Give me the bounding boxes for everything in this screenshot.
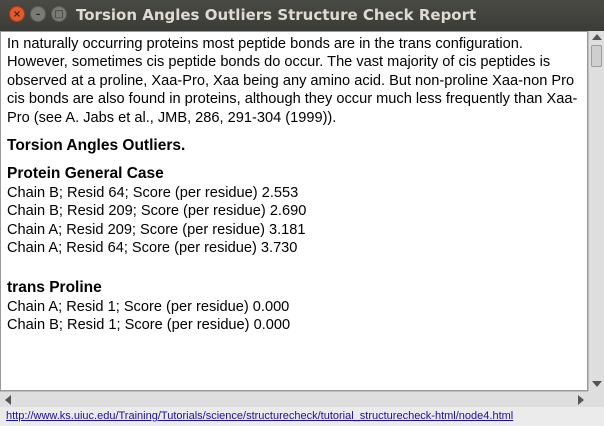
minimize-icon[interactable]: – [30,6,46,22]
intro-paragraph: In naturally occurring proteins most pep… [7,36,578,126]
status-bar: http://www.ks.uiuc.edu/Training/Tutorial… [0,407,604,426]
outlier-row: Chain B; Resid 64; Score (per residue) 2… [7,184,299,201]
close-icon[interactable]: × [9,6,25,22]
scroll-right-arrow-icon[interactable] [578,395,584,405]
outlier-row: Chain B; Resid 209; Score (per residue) … [7,203,307,220]
section-title-general-case: Protein General Case [7,165,164,183]
title-bar[interactable]: × – □ Torsion Angles Outliers Structure … [0,0,604,31]
report-heading: Torsion Angles Outliers. [7,137,186,155]
horizontal-scrollbar[interactable] [0,391,588,407]
report-content[interactable]: In naturally occurring proteins most pep… [0,31,588,391]
maximize-icon[interactable]: □ [51,6,67,22]
scrollbar-corner [588,391,604,407]
window-title: Torsion Angles Outliers Structure Check … [76,6,477,24]
vertical-scrollbar[interactable] [588,31,604,391]
scroll-up-arrow-icon[interactable] [592,34,602,40]
scroll-down-arrow-icon[interactable] [592,381,602,387]
scroll-left-arrow-icon[interactable] [5,395,11,405]
outlier-row: Chain A; Resid 209; Score (per residue) … [7,221,306,238]
outlier-row: Chain A; Resid 64; Score (per residue) 3… [7,240,298,257]
vertical-scroll-thumb[interactable] [591,45,602,67]
section-title-trans-proline: trans Proline [7,279,102,297]
outlier-row: Chain B; Resid 1; Score (per residue) 0.… [7,317,291,334]
status-url-link[interactable]: http://www.ks.uiuc.edu/Training/Tutorial… [6,410,513,422]
outlier-row: Chain A; Resid 1; Score (per residue) 0.… [7,298,290,315]
